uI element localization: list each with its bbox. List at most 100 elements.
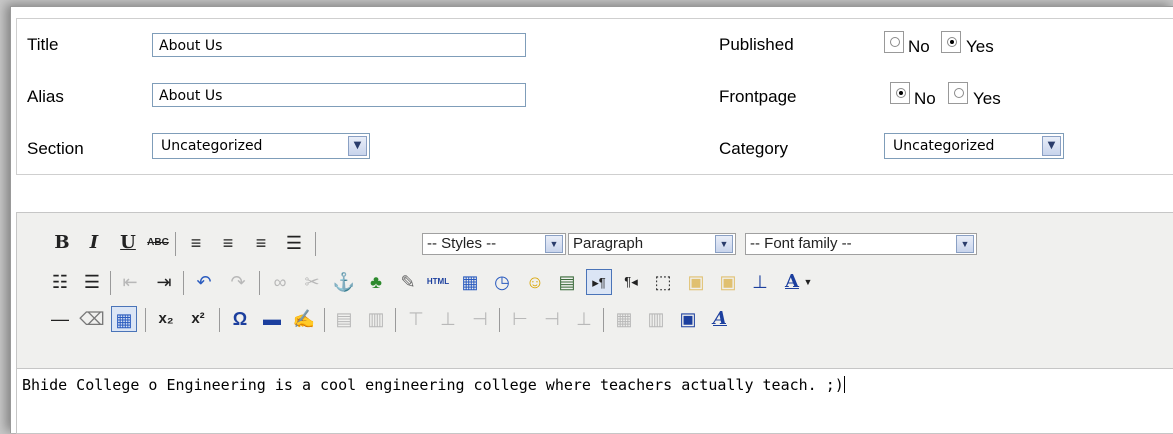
merge-cells-icon[interactable]: ▥ [643, 306, 669, 332]
insert-column-after-icon[interactable]: ⊣ [539, 306, 565, 332]
indent-icon[interactable]: ⇥ [151, 269, 177, 295]
redo-icon[interactable]: ↷ [225, 269, 251, 295]
ltr-direction-icon[interactable]: ▸¶ [586, 269, 612, 295]
chevron-down-icon[interactable]: ▼ [801, 269, 815, 295]
cleanup-icon[interactable]: ✎ [395, 269, 421, 295]
align-left-icon[interactable]: ≡ [183, 230, 209, 256]
format-select-value: Paragraph [573, 235, 644, 252]
category-select-value: Uncategorized [893, 138, 995, 154]
details-form: Title About Us Alias About Us Section Un… [16, 18, 1173, 175]
insert-column-before-icon[interactable]: ⊢ [507, 306, 533, 332]
section-label: Section [27, 139, 84, 158]
undo-icon[interactable]: ↶ [191, 269, 217, 295]
numbered-list-icon[interactable]: ☰ [79, 269, 105, 295]
editor-content-area[interactable]: Bhide College o Engineering is a cool en… [17, 368, 1173, 433]
toolbar-separator [110, 271, 111, 295]
underline-button[interactable]: U [115, 230, 141, 256]
strikethrough-button[interactable]: ABC [145, 230, 171, 256]
toolbar-separator [219, 308, 220, 332]
insert-time-icon[interactable]: ◷ [489, 269, 515, 295]
toolbar-separator [324, 308, 325, 332]
toolbar-separator [183, 271, 184, 295]
toolbar-separator [395, 308, 396, 332]
italic-button[interactable]: I [81, 230, 107, 256]
cell-properties-icon[interactable]: ▥ [363, 306, 389, 332]
style-props-icon[interactable]: A [707, 306, 733, 332]
fullscreen-icon[interactable]: ⬚ [650, 269, 676, 295]
toolbar-row-1: B I U ABC ≡ ≡ ≡ ☰ -- Styles -- ▼ Paragra… [17, 226, 1173, 260]
insert-table-icon[interactable]: ✍ [291, 306, 317, 332]
chevron-down-icon[interactable]: ▼ [545, 235, 563, 253]
special-character-icon[interactable]: Ω [227, 306, 253, 332]
format-select[interactable]: Paragraph ▼ [568, 233, 736, 255]
html-source-button[interactable]: HTML [425, 269, 451, 295]
page-break-icon[interactable]: ▬ [259, 306, 285, 332]
text-caret [843, 376, 845, 393]
frontpage-label: Frontpage [719, 87, 797, 106]
visual-aid-icon[interactable]: ▦ [111, 306, 137, 332]
image-icon[interactable]: ♣ [363, 269, 389, 295]
toolbar-separator [603, 308, 604, 332]
toolbar-row-2: ☷ ☰ ⇤ ⇥ ↶ ↷ ∞ ✂ ⚓ ♣ ✎ HTML ▦ ◷ ☺ ▤ ▸¶ ¶◂… [17, 265, 1173, 299]
published-yes-label: Yes [966, 37, 994, 56]
chevron-down-icon[interactable]: ▼ [715, 235, 733, 253]
alias-input[interactable]: About Us [152, 83, 526, 107]
frontpage-no-label: No [914, 89, 936, 108]
delete-row-icon[interactable]: ⊣ [467, 306, 493, 332]
font-family-select[interactable]: -- Font family -- ▼ [745, 233, 977, 255]
anchor-icon[interactable]: ⚓ [331, 269, 357, 295]
font-family-select-value: -- Font family -- [750, 235, 852, 252]
chevron-down-icon[interactable]: ▼ [348, 136, 367, 156]
subscript-icon[interactable]: x₂ [153, 306, 179, 332]
horizontal-rule-icon[interactable]: — [47, 306, 73, 332]
category-label: Category [719, 139, 788, 158]
link-icon[interactable]: ∞ [267, 269, 293, 295]
split-cells-icon[interactable]: ▦ [611, 306, 637, 332]
frontpage-no-radio[interactable] [890, 82, 910, 104]
align-justify-icon[interactable]: ☰ [281, 230, 307, 256]
remove-format-icon[interactable]: ⌫ [79, 306, 105, 332]
editor-content-text: Bhide College o Engineering is a cool en… [22, 376, 844, 394]
title-input[interactable]: About Us [152, 33, 526, 57]
unlink-icon[interactable]: ✂ [299, 269, 325, 295]
chevron-down-icon[interactable]: ▼ [1042, 136, 1061, 156]
styles-select[interactable]: -- Styles -- ▼ [422, 233, 566, 255]
layer-backward-icon[interactable]: ▣ [715, 269, 741, 295]
insert-date-icon[interactable]: ▦ [457, 269, 483, 295]
published-label: Published [719, 35, 794, 54]
layer-icon[interactable]: ▣ [683, 269, 709, 295]
published-no-radio[interactable] [884, 31, 904, 53]
align-center-icon[interactable]: ≡ [215, 230, 241, 256]
toolbar-separator [145, 308, 146, 332]
superscript-icon[interactable]: x² [185, 306, 211, 332]
media-icon[interactable]: ▤ [554, 269, 580, 295]
toolbar-separator [499, 308, 500, 332]
published-no-label: No [908, 37, 930, 56]
frontpage-yes-radio[interactable] [948, 82, 968, 104]
outdent-icon[interactable]: ⇤ [117, 269, 143, 295]
emotions-icon[interactable]: ☺ [522, 269, 548, 295]
row-properties-icon[interactable]: ▤ [331, 306, 357, 332]
styles-select-value: -- Styles -- [427, 235, 497, 252]
insert-row-before-icon[interactable]: ⊤ [403, 306, 429, 332]
rtl-direction-icon[interactable]: ¶◂ [618, 269, 644, 295]
align-right-icon[interactable]: ≡ [248, 230, 274, 256]
toolbar-row-3: — ⌫ ▦ x₂ x² Ω ▬ ✍ ▤ ▥ ⊤ ⊥ ⊣ ⊢ ⊣ ⊥ ▦ ▥ ▣ … [17, 302, 1173, 336]
section-select[interactable]: Uncategorized ▼ [152, 133, 370, 159]
title-label: Title [27, 35, 59, 54]
delete-column-icon[interactable]: ⊥ [571, 306, 597, 332]
insert-layer-icon[interactable]: ▣ [675, 306, 701, 332]
bullet-list-icon[interactable]: ☷ [47, 269, 73, 295]
rich-text-editor: B I U ABC ≡ ≡ ≡ ☰ -- Styles -- ▼ Paragra… [16, 212, 1173, 434]
absolute-position-icon[interactable]: ⊥ [747, 269, 773, 295]
alias-label: Alias [27, 87, 64, 106]
insert-row-after-icon[interactable]: ⊥ [435, 306, 461, 332]
toolbar-separator [175, 232, 176, 256]
frontpage-yes-label: Yes [973, 89, 1001, 108]
chevron-down-icon[interactable]: ▼ [956, 235, 974, 253]
toolbar-separator [259, 271, 260, 295]
bold-button[interactable]: B [49, 230, 75, 256]
section-select-value: Uncategorized [161, 138, 263, 154]
category-select[interactable]: Uncategorized ▼ [884, 133, 1064, 159]
published-yes-radio[interactable] [941, 31, 961, 53]
